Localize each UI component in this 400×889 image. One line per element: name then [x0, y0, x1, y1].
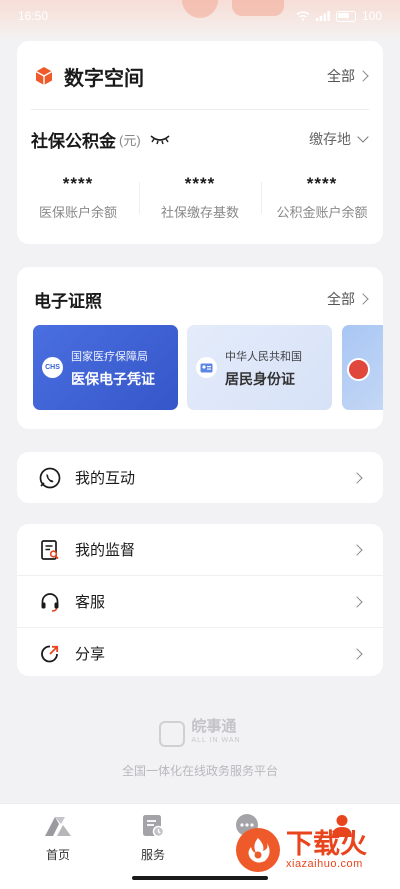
stat-social-base[interactable]: **** 社保缴存基数	[139, 174, 261, 224]
all-label: 全部	[327, 291, 355, 307]
id-card-icon	[196, 357, 217, 378]
signal-icon	[315, 11, 330, 21]
battery-level: 100	[361, 9, 382, 23]
menu-label: 客服	[75, 594, 106, 611]
location-selector[interactable]: 缴存地	[309, 129, 369, 149]
e-license-all-link[interactable]: 全部	[327, 289, 369, 309]
footer-logo: 皖事通 ALL IN WAN	[0, 718, 400, 748]
watermark-text: 下载火 xiazaihuo.com	[286, 830, 367, 870]
stat-value: ****	[184, 174, 216, 193]
logo-text: CHS	[45, 364, 60, 371]
wifi-icon	[296, 11, 310, 21]
document-search-icon	[39, 539, 61, 561]
brand-sub: ALL IN WAN	[191, 737, 241, 744]
menu-item-my-interaction[interactable]: 我的互动	[17, 452, 383, 503]
stat-label: 公积金账户余额	[276, 205, 368, 220]
digital-space-all-link[interactable]: 全部	[327, 66, 369, 86]
menu-group-services: 我的监督 客服 分享	[17, 524, 383, 676]
emblem-icon	[347, 358, 370, 381]
status-icons: 100	[296, 9, 382, 23]
card-name: 医保电子凭证	[71, 371, 155, 387]
tab-service[interactable]: 服务	[113, 812, 193, 863]
license-card-partial[interactable]	[342, 325, 383, 410]
medical-insurance-card[interactable]: CHS 国家医疗保障局 医保电子凭证	[33, 325, 178, 410]
watermark: 下载火 xiazaihuo.com	[236, 828, 367, 872]
card-issuer: 国家医疗保障局	[71, 351, 148, 363]
menu-item-share[interactable]: 分享	[17, 627, 383, 679]
chevron-right-icon	[351, 647, 363, 660]
chevron-right-icon	[351, 595, 363, 608]
home-indicator[interactable]	[132, 876, 268, 880]
menu-label: 我的互动	[75, 470, 136, 487]
chevron-down-icon	[357, 131, 369, 143]
headset-icon	[39, 591, 61, 613]
home-logo-icon	[18, 812, 98, 840]
card-issuer: 中华人民共和国	[225, 351, 302, 363]
watermark-logo-icon	[236, 828, 280, 872]
card-name: 居民身份证	[225, 371, 295, 387]
menu-label: 分享	[75, 646, 106, 663]
digital-space-header: 数字空间 全部	[34, 61, 369, 91]
footer-brand: 皖事通 ALL IN WAN	[191, 718, 241, 748]
all-label: 全部	[327, 68, 355, 84]
e-license-header: 电子证照 全部	[34, 287, 369, 311]
social-security-header: 社保公积金 (元) 缴存地	[31, 128, 369, 151]
chevron-right-icon	[351, 471, 363, 484]
stat-label: 社保缴存基数	[160, 205, 239, 220]
tab-label: 服务	[140, 848, 165, 862]
tab-label: 首页	[45, 848, 70, 862]
footer-slogan: 全国一体化在线政务服务平台	[121, 764, 278, 778]
battery-icon	[335, 10, 356, 22]
brand-logo-icon	[159, 721, 186, 747]
share-icon	[39, 643, 61, 665]
chevron-right-icon	[351, 543, 363, 556]
chevron-right-icon	[357, 70, 369, 82]
stat-fund-balance[interactable]: **** 公积金账户余额	[261, 174, 383, 224]
stat-value: ****	[306, 174, 338, 193]
watermark-sub: xiazaihuo.com	[286, 858, 363, 870]
id-card[interactable]: 中华人民共和国 居民身份证	[187, 325, 332, 410]
stat-medical-balance[interactable]: **** 医保账户余额	[17, 174, 139, 224]
unit-label: (元)	[119, 132, 141, 148]
e-license-card: 电子证照 全部 CHS 国家医疗保障局 医保电子凭证 中华人民共和国 居民身份证	[17, 267, 383, 429]
menu-label: 我的监督	[75, 542, 136, 559]
watermark-main: 下载火	[286, 829, 367, 859]
cube-icon	[35, 67, 53, 85]
location-label: 缴存地	[309, 131, 351, 147]
menu-item-my-supervision[interactable]: 我的监督	[17, 524, 383, 575]
digital-space-card: 数字空间 全部 社保公积金 (元) 缴存地 **** 医保账户余额 **** 社…	[17, 41, 383, 244]
digital-space-title: 数字空间	[64, 67, 144, 90]
tab-home[interactable]: 首页	[18, 812, 98, 863]
stat-label: 医保账户余额	[38, 205, 117, 220]
status-bar: 16:50 100	[0, 0, 400, 32]
e-license-title: 电子证照	[34, 291, 102, 311]
balance-stats: **** 医保账户余额 **** 社保缴存基数 **** 公积金账户余额	[17, 174, 383, 224]
chevron-right-icon	[357, 293, 369, 305]
brand-name: 皖事通	[191, 718, 237, 735]
social-security-title: 社保公积金	[31, 131, 116, 151]
stat-value: ****	[62, 174, 94, 193]
menu-item-customer-service[interactable]: 客服	[17, 575, 383, 627]
menu-group-interaction: 我的互动	[17, 452, 383, 503]
chs-logo-icon: CHS	[42, 357, 63, 378]
status-time: 16:50	[18, 9, 49, 23]
chat-phone-icon	[39, 467, 61, 489]
eye-closed-icon[interactable]	[149, 132, 171, 146]
service-icon	[113, 812, 193, 840]
divider	[31, 109, 369, 110]
